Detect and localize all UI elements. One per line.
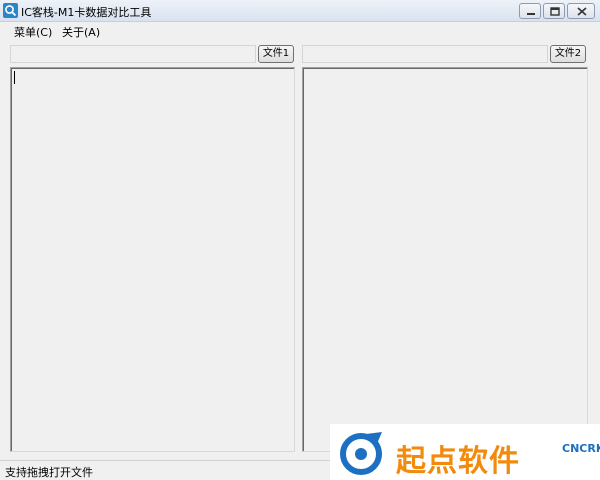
file2-content-area[interactable]: [302, 67, 588, 452]
maximize-icon: [550, 7, 560, 16]
file1-button[interactable]: 文件1: [258, 45, 294, 63]
status-text: 支持拖拽打开文件: [5, 466, 93, 479]
watermark: 起点软件 CNCRK: [330, 424, 600, 480]
file1-path-field[interactable]: [10, 45, 256, 63]
file1-content-area[interactable]: [10, 67, 295, 452]
menu-bar: 菜单(C) 关于(A): [0, 22, 600, 40]
window-title: IC客栈-M1卡数据对比工具: [21, 6, 152, 19]
minimize-button[interactable]: [519, 3, 541, 19]
close-button[interactable]: [567, 3, 595, 19]
app-window: IC客栈-M1卡数据对比工具 菜单(C) 关于(A) 文件1 文件2 支持拖拽打…: [0, 0, 600, 480]
file2-button[interactable]: 文件2: [550, 45, 586, 63]
watermark-domain: CNCRK: [562, 442, 600, 455]
title-bar[interactable]: IC客栈-M1卡数据对比工具: [0, 0, 600, 22]
file2-path-field[interactable]: [302, 45, 548, 63]
menu-item-about[interactable]: 关于(A): [60, 24, 102, 40]
watermark-text: 起点软件: [396, 444, 520, 479]
text-caret: [14, 71, 15, 84]
close-icon: [577, 7, 587, 16]
menu-item-menu[interactable]: 菜单(C): [12, 24, 54, 40]
cncrk-logo-icon: [340, 432, 382, 475]
maximize-button[interactable]: [543, 3, 565, 19]
minimize-icon: [527, 13, 535, 15]
magnifier-icon: [3, 3, 18, 18]
